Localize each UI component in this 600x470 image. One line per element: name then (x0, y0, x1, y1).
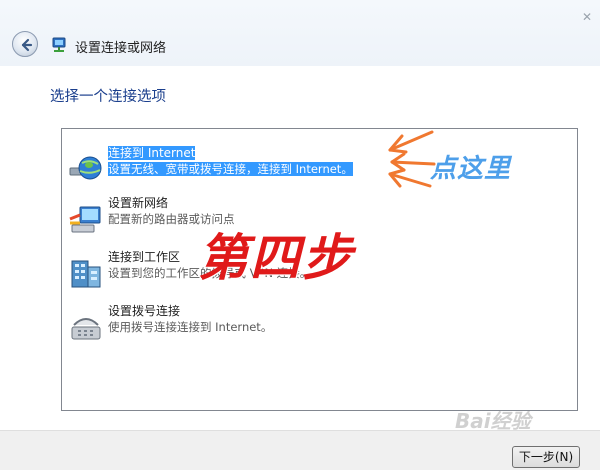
option-title: 设置拨号连接 (108, 304, 181, 318)
baidu-watermark: Bai经验 (455, 409, 531, 433)
close-icon[interactable]: ✕ (580, 10, 594, 24)
window-titlebar (0, 0, 600, 66)
option-dialup[interactable]: 设置拨号连接 使用拨号连接连接到 Internet。 (62, 303, 577, 351)
page-heading: 选择一个连接选项 (50, 89, 166, 105)
next-button[interactable]: 下一步(N) (512, 446, 580, 468)
option-title: 设置新网络 (108, 196, 169, 210)
option-text: 连接到 Internet 设置无线、宽带或拨号连接，连接到 Internet。 (108, 145, 353, 177)
step-four-annotation: 第四步 (198, 229, 354, 287)
globe-network-icon (69, 156, 102, 180)
workplace-building-icon (71, 260, 101, 288)
option-description: 使用拨号连接连接到 Internet。 (108, 320, 273, 334)
click-here-annotation: 点这里 (430, 154, 512, 184)
option-title: 连接到 Internet (108, 146, 196, 160)
option-text: 设置拨号连接 使用拨号连接连接到 Internet。 (108, 303, 272, 335)
option-description: 设置无线、宽带或拨号连接，连接到 Internet。 (108, 162, 353, 176)
router-setup-icon (69, 206, 101, 233)
wizard-footer (0, 430, 600, 470)
network-wizard-icon (52, 37, 66, 52)
window-title: 设置连接或网络 (75, 41, 167, 56)
back-arrow-icon (21, 38, 33, 52)
telephone-modem-icon (71, 318, 101, 340)
back-button[interactable] (12, 31, 38, 57)
